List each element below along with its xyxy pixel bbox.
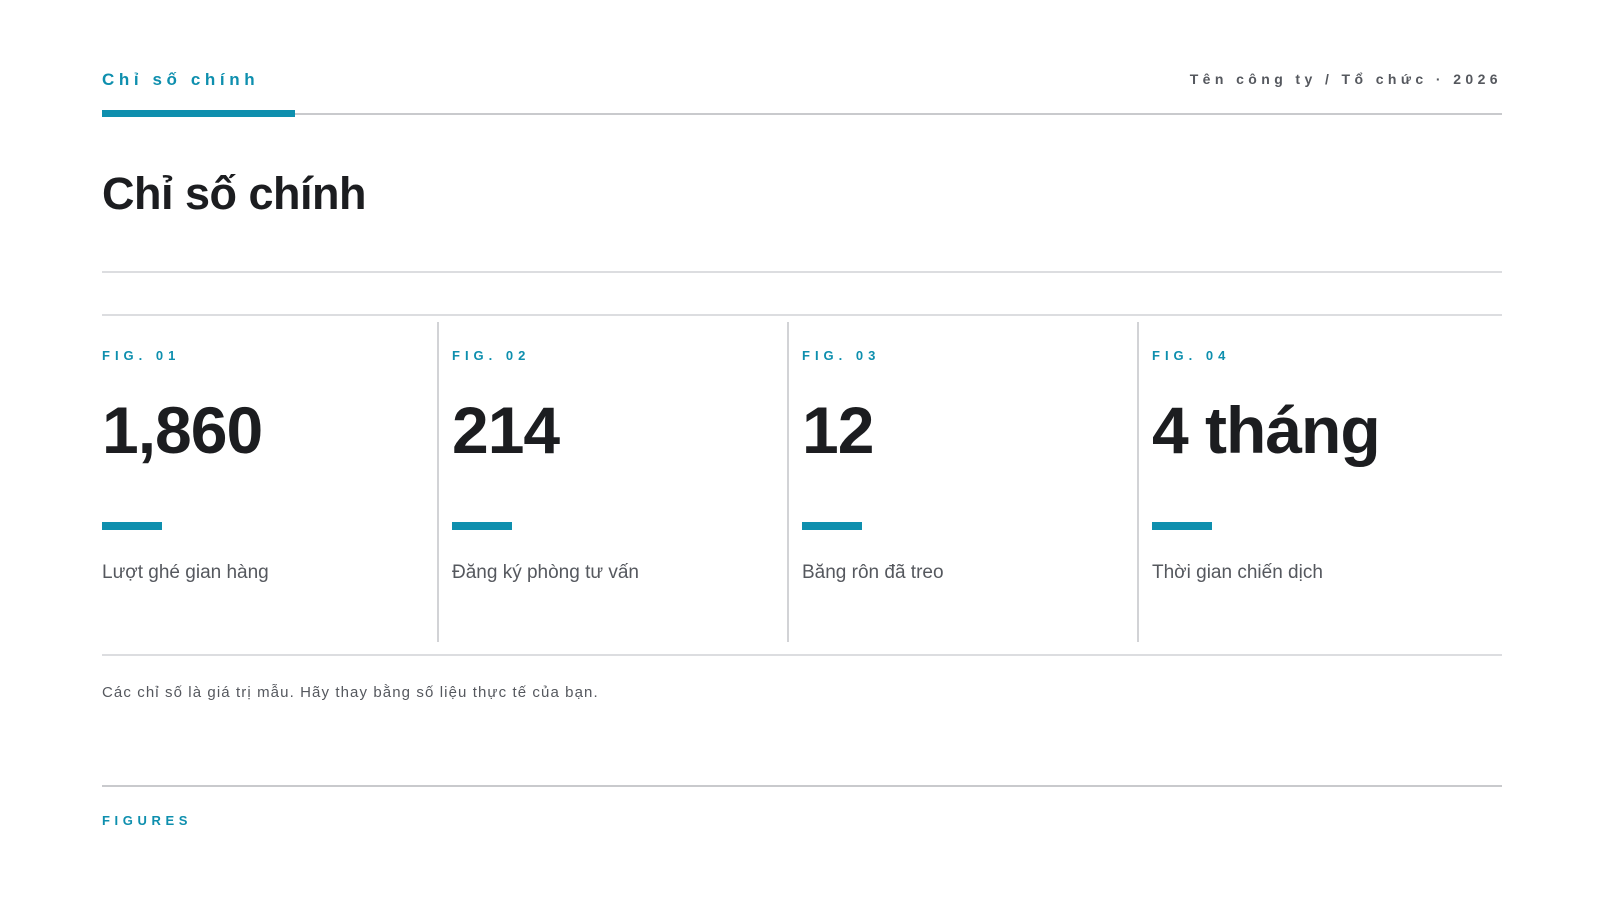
- metric-card-4: FIG. 04 4 tháng Thời gian chiến dịch: [1152, 322, 1492, 642]
- metric-value: 214: [452, 393, 560, 467]
- metric-value: 1,860: [102, 393, 263, 467]
- metrics-top-divider: [102, 314, 1502, 316]
- metric-accent-bar: [802, 522, 862, 530]
- metric-fig-label: FIG. 01: [102, 348, 181, 363]
- section-kicker: Chỉ số chính: [102, 70, 260, 89]
- header-accent-bar: [102, 110, 295, 117]
- metric-accent-bar: [1152, 522, 1212, 530]
- metric-column-divider: [1137, 322, 1139, 642]
- metric-card-2: FIG. 02 214 Đăng ký phòng tư vấn: [452, 322, 772, 642]
- metric-column-divider: [787, 322, 789, 642]
- metric-card-3: FIG. 03 12 Băng rôn đã treo: [802, 322, 1122, 642]
- metric-fig-label: FIG. 02: [452, 348, 531, 363]
- metric-fig-label: FIG. 04: [1152, 348, 1231, 363]
- header-divider: [102, 113, 1502, 115]
- metric-value: 12: [802, 393, 874, 467]
- metrics-bottom-divider: [102, 654, 1502, 656]
- metric-value: 4 tháng: [1152, 393, 1381, 467]
- footnote: Các chỉ số là giá trị mẫu. Hãy thay bằng…: [102, 684, 599, 701]
- metric-label: Đăng ký phòng tư vấn: [452, 562, 640, 583]
- metric-accent-bar: [102, 522, 162, 530]
- metric-fig-label: FIG. 03: [802, 348, 881, 363]
- metric-column-divider: [437, 322, 439, 642]
- title-divider: [102, 271, 1502, 273]
- footer-label: FIGURES: [102, 813, 192, 828]
- metric-label: Băng rôn đã treo: [802, 562, 944, 583]
- metric-accent-bar: [452, 522, 512, 530]
- footer-divider: [102, 785, 1502, 787]
- metric-card-1: FIG. 01 1,860 Lượt ghé gian hàng: [102, 322, 422, 642]
- organization-label: Tên công ty / Tổ chức · 2026: [1189, 71, 1502, 87]
- metric-label: Thời gian chiến dịch: [1152, 562, 1323, 583]
- page-title: Chỉ số chính: [102, 168, 367, 219]
- metric-label: Lượt ghé gian hàng: [102, 562, 269, 583]
